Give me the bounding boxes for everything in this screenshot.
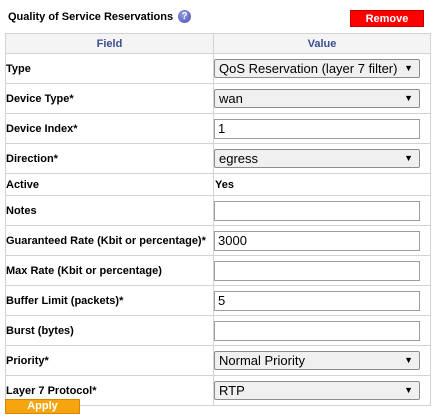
device-type-select-value: wan xyxy=(219,91,243,106)
buffer-limit-label: Buffer Limit (packets)* xyxy=(5,285,214,316)
notes-label: Notes xyxy=(5,195,214,226)
max-rate-label: Max Rate (Kbit or percentage) xyxy=(5,255,214,286)
priority-select-value: Normal Priority xyxy=(219,353,305,368)
device-type-select[interactable]: wan ▼ xyxy=(214,89,420,108)
device-index-label: Device Index* xyxy=(5,113,214,144)
column-header-value: Value xyxy=(213,33,431,54)
page-header: Quality of Service Reservations ? Remove xyxy=(0,0,438,32)
table-row: Active Yes xyxy=(5,173,431,196)
dropdown-arrow-icon: ▼ xyxy=(404,153,413,163)
type-label: Type xyxy=(5,53,214,84)
direction-label: Direction* xyxy=(5,143,214,174)
guaranteed-rate-input[interactable]: 3000 xyxy=(214,230,420,251)
dropdown-arrow-icon: ▼ xyxy=(404,93,413,103)
page-title: Quality of Service Reservations xyxy=(8,11,174,23)
priority-select[interactable]: Normal Priority ▼ xyxy=(214,351,420,370)
table-row: Type QoS Reservation (layer 7 filter) ▼ xyxy=(5,53,431,84)
table-row: Device Index* 1 xyxy=(5,113,431,144)
table-row: Guaranteed Rate (Kbit or percentage)* 30… xyxy=(5,225,431,256)
reservation-form-table: Field Value Type QoS Reservation (layer … xyxy=(5,33,431,406)
table-header-row: Field Value xyxy=(5,33,431,54)
device-type-label: Device Type* xyxy=(5,83,214,114)
layer7-protocol-select-value: RTP xyxy=(219,383,245,398)
table-row: Buffer Limit (packets)* 5 xyxy=(5,285,431,316)
table-row: Device Type* wan ▼ xyxy=(5,83,431,114)
dropdown-arrow-icon: ▼ xyxy=(404,63,413,73)
apply-button[interactable]: Apply xyxy=(5,399,80,414)
table-row: Burst (bytes) xyxy=(5,315,431,346)
table-row: Direction* egress ▼ xyxy=(5,143,431,174)
table-row: Priority* Normal Priority ▼ xyxy=(5,345,431,376)
burst-label: Burst (bytes) xyxy=(5,315,214,346)
type-select[interactable]: QoS Reservation (layer 7 filter) ▼ xyxy=(214,59,420,78)
direction-select-value: egress xyxy=(219,151,259,166)
active-label: Active xyxy=(5,173,214,196)
buffer-limit-input[interactable]: 5 xyxy=(214,290,420,311)
column-header-field: Field xyxy=(5,33,214,54)
max-rate-input[interactable] xyxy=(214,260,420,281)
guaranteed-rate-label: Guaranteed Rate (Kbit or percentage)* xyxy=(5,225,214,256)
notes-input[interactable] xyxy=(214,200,420,221)
table-row: Max Rate (Kbit or percentage) xyxy=(5,255,431,286)
priority-label: Priority* xyxy=(5,345,214,376)
question-icon[interactable]: ? xyxy=(178,10,191,23)
dropdown-arrow-icon: ▼ xyxy=(404,355,413,365)
remove-button[interactable]: Remove xyxy=(350,10,424,27)
active-value: Yes xyxy=(215,178,234,191)
direction-select[interactable]: egress ▼ xyxy=(214,149,420,168)
dropdown-arrow-icon: ▼ xyxy=(404,385,413,395)
layer7-protocol-select[interactable]: RTP ▼ xyxy=(214,381,420,400)
burst-input[interactable] xyxy=(214,320,420,341)
table-row: Notes xyxy=(5,195,431,226)
device-index-input[interactable]: 1 xyxy=(214,118,420,139)
type-select-value: QoS Reservation (layer 7 filter) xyxy=(219,61,398,76)
